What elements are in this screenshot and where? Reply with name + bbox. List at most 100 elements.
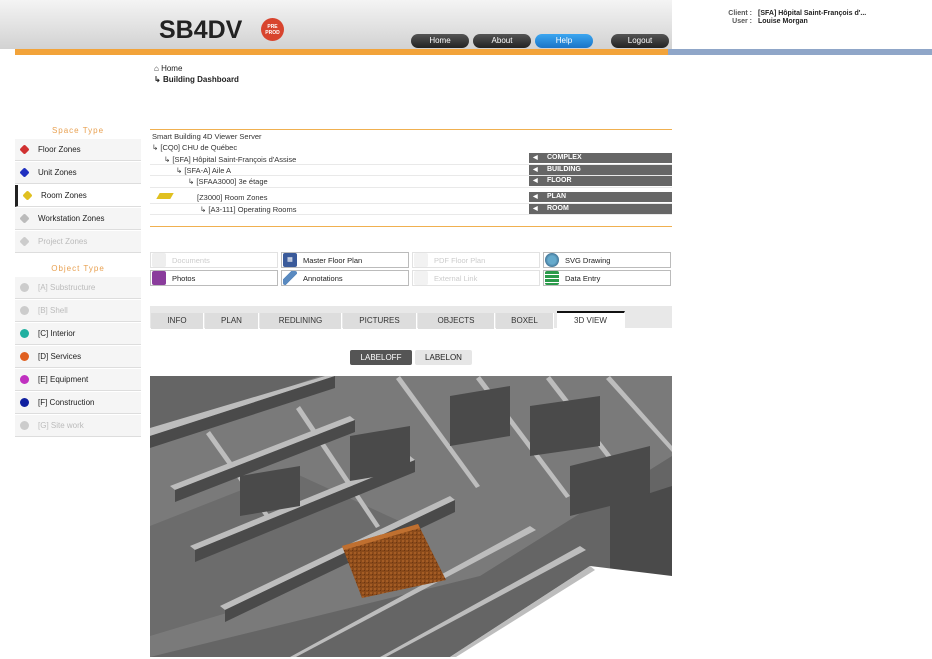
level-plan-button[interactable]: PLAN: [529, 192, 672, 202]
preprod-badge: PRE PROD: [261, 18, 284, 41]
sidebar-item-label: [A] Substructure: [38, 283, 96, 292]
annotations-button[interactable]: Annotations: [281, 270, 409, 286]
camera-icon: [152, 271, 166, 285]
nav-help-button[interactable]: Help: [535, 34, 593, 48]
workstation-zones-icon: [19, 213, 30, 224]
sidebar-item-label: Workstation Zones: [38, 214, 105, 223]
level-floor-button[interactable]: FLOOR: [529, 176, 672, 186]
label-on-button[interactable]: LABELON: [415, 350, 472, 365]
floor-zones-icon: [19, 144, 30, 155]
master-floor-plan-button[interactable]: ▦ Master Floor Plan: [281, 252, 409, 268]
svg-drawing-button[interactable]: SVG Drawing: [543, 252, 671, 268]
sidebar-item-interior[interactable]: [C] Interior: [15, 323, 141, 345]
photos-label: Photos: [172, 273, 196, 283]
sidebar-item-shell[interactable]: [B] Shell: [15, 300, 141, 322]
sidebar-item-services[interactable]: [D] Services: [15, 346, 141, 368]
tree-room[interactable]: ↳ [A3-111] Operating Rooms: [200, 205, 296, 214]
sidebar-item-label: Unit Zones: [38, 168, 77, 177]
3d-floor-model[interactable]: [150, 376, 672, 657]
object-type-title: Object Type: [51, 264, 105, 273]
interior-icon: [20, 329, 29, 338]
label-off-button[interactable]: LABELOFF: [350, 350, 412, 365]
level-building-button[interactable]: BUILDING: [529, 165, 672, 175]
sidebar-item-label: [G] Site work: [38, 421, 84, 430]
sidebar-item-label: [C] Interior: [38, 329, 76, 338]
tree-wing[interactable]: ↳ [SFA-A] Aile A: [176, 166, 231, 175]
client-user-values: [SFA] Hôpital Saint-François d'... Louis…: [758, 10, 866, 26]
nav-logout-button[interactable]: Logout: [611, 34, 669, 48]
room-zones-icon: [22, 190, 33, 201]
tree-floor[interactable]: ↳ [SFAA3000] 3e étage: [188, 177, 268, 186]
sidebar-item-label: [B] Shell: [38, 306, 68, 315]
client-value: [SFA] Hôpital Saint-François d'...: [758, 10, 867, 17]
nav-about-button[interactable]: About: [473, 34, 531, 48]
documents-label: Documents: [172, 255, 210, 265]
construction-icon: [20, 398, 29, 407]
documents-button[interactable]: Documents: [150, 252, 278, 268]
room-zone-icon: [156, 193, 174, 199]
tab-info[interactable]: INFO: [151, 313, 204, 329]
tree-building-label: [SFA] Hôpital Saint-François d'Assise: [172, 155, 297, 164]
tree-top-rule: [150, 129, 672, 130]
arrow-return-icon: ↳: [154, 75, 161, 84]
tab-objects[interactable]: OBJECTS: [418, 313, 495, 329]
link-icon: [414, 271, 428, 285]
header-accent-bar-blue: [668, 49, 932, 55]
sidebar-item-unit-zones[interactable]: Unit Zones: [15, 162, 141, 184]
sidebar-item-room-zones[interactable]: Room Zones: [15, 185, 141, 207]
shell-icon: [20, 306, 29, 315]
svg-drawing-label: SVG Drawing: [565, 255, 611, 265]
pdf-floor-plan-button[interactable]: PDF Floor Plan: [412, 252, 540, 268]
tab-pictures[interactable]: PICTURES: [343, 313, 417, 329]
sidebar-item-site-work[interactable]: [G] Site work: [15, 415, 141, 437]
tree-wing-label: [SFA-A] Aile A: [184, 166, 232, 175]
sidebar-item-project-zones[interactable]: Project Zones: [15, 231, 141, 253]
equipment-icon: [20, 375, 29, 384]
sidebar-item-label: Room Zones: [41, 191, 87, 200]
sidebar-item-equipment[interactable]: [E] Equipment: [15, 369, 141, 391]
pdf-floor-plan-label: PDF Floor Plan: [434, 255, 486, 265]
external-link-label: External Link: [434, 273, 478, 283]
tree-divider: [150, 187, 672, 188]
tab-boxel[interactable]: BOXEL: [496, 313, 554, 329]
breadcrumb-home[interactable]: ⌂ Home: [154, 64, 182, 73]
tree-server: Smart Building 4D Viewer Server: [152, 132, 262, 141]
3d-viewer[interactable]: [150, 376, 672, 657]
user-value: Louise Morgan: [758, 18, 808, 25]
breadcrumb-current-label: Building Dashboard: [162, 75, 239, 84]
sidebar-item-floor-zones[interactable]: Floor Zones: [15, 139, 141, 161]
globe-icon: [545, 253, 559, 267]
external-link-button[interactable]: External Link: [412, 270, 540, 286]
tree-divider: [150, 214, 672, 215]
sidebar-item-label: [F] Construction: [38, 398, 95, 407]
sidebar-item-substructure[interactable]: [A] Substructure: [15, 277, 141, 299]
header-accent-bar: [15, 49, 668, 55]
sidebar-item-label: [D] Services: [38, 352, 82, 361]
tab-plan[interactable]: PLAN: [205, 313, 259, 329]
tab-3d-view[interactable]: 3D VIEW: [557, 311, 625, 329]
tab-redlining[interactable]: REDLINING: [260, 313, 342, 329]
photos-button[interactable]: Photos: [150, 270, 278, 286]
level-complex-button[interactable]: COMPLEX: [529, 153, 672, 163]
tree-complex-label: [CQ0] CHU de Québec: [160, 143, 238, 152]
breadcrumb-home-label: Home: [161, 64, 183, 73]
spreadsheet-icon: [545, 271, 559, 285]
home-icon: ⌂: [154, 64, 159, 73]
sidebar-item-label: Project Zones: [38, 237, 88, 246]
data-entry-button[interactable]: Data Entry: [543, 270, 671, 286]
sidebar-item-workstation-zones[interactable]: Workstation Zones: [15, 208, 141, 230]
floor-plan-icon: ▦: [283, 253, 297, 267]
tree-floor-label: [SFAA3000] 3e étage: [196, 177, 268, 186]
level-room-button[interactable]: ROOM: [529, 204, 672, 214]
user-label: User :: [732, 18, 752, 25]
app-logo: SB4DV: [159, 16, 243, 44]
nav-home-button[interactable]: Home: [411, 34, 469, 48]
tree-building[interactable]: ↳ [SFA] Hôpital Saint-François d'Assise: [164, 155, 296, 164]
sidebar-item-label: Floor Zones: [38, 145, 81, 154]
sidebar-item-construction[interactable]: [F] Construction: [15, 392, 141, 414]
tree-complex[interactable]: ↳ [CQ0] CHU de Québec: [152, 143, 237, 152]
breadcrumb-current: ↳ Building Dashboard: [154, 75, 239, 84]
tree-zone[interactable]: [Z3000] Room Zones: [197, 193, 267, 202]
client-label: Client :: [728, 10, 752, 17]
substructure-icon: [20, 283, 29, 292]
